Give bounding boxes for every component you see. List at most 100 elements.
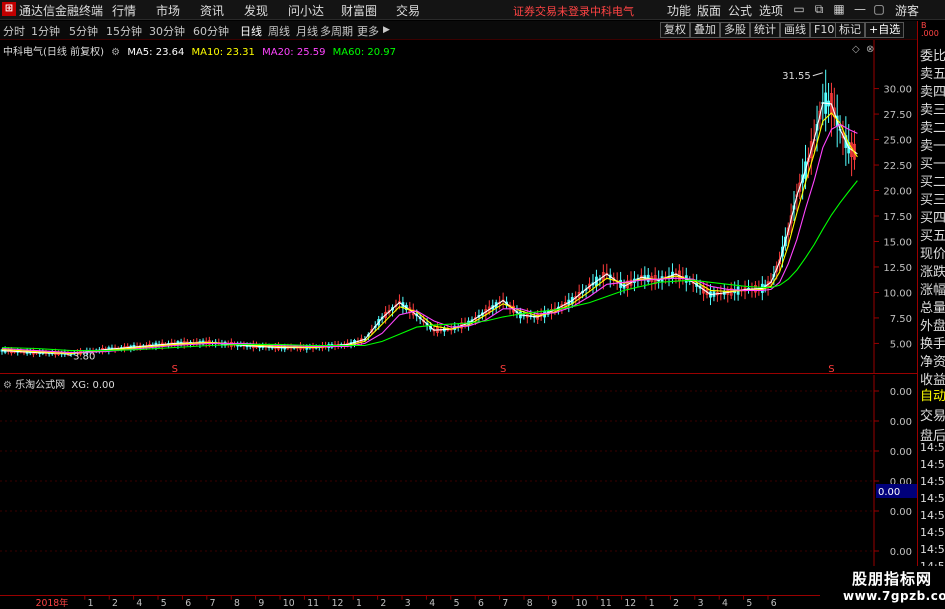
month-label: 1 bbox=[356, 598, 362, 609]
tab-monthly[interactable]: 月线 bbox=[296, 23, 318, 39]
tab-1min[interactable]: 1分钟 bbox=[31, 23, 60, 39]
month-label: 6 bbox=[478, 598, 484, 609]
high-pointer bbox=[812, 72, 823, 77]
tab-daily[interactable]: 日线 bbox=[240, 23, 262, 39]
quote-bottom-label[interactable]: 交易 bbox=[920, 405, 945, 424]
menu-quotes[interactable]: 行情 bbox=[112, 2, 136, 19]
tick-time: 14:56 bbox=[920, 492, 945, 505]
price-tick-label: 15.00 bbox=[883, 237, 912, 248]
more-arrow-icon[interactable]: ▶ bbox=[383, 25, 390, 35]
quote-label: 总量 bbox=[920, 301, 945, 316]
menu-news[interactable]: 资讯 bbox=[200, 2, 224, 19]
month-label: 5 bbox=[161, 598, 167, 609]
menu-formula[interactable]: 公式 bbox=[728, 2, 752, 19]
login-status: 证券交易未登录 bbox=[513, 5, 590, 18]
window-icon[interactable]: ⧉ bbox=[811, 1, 827, 17]
indicator-title: 乐淘公式网 bbox=[15, 380, 66, 391]
guest-label[interactable]: 游客 bbox=[895, 2, 919, 19]
quote-label: 卖一 bbox=[920, 139, 945, 154]
month-label: 2 bbox=[380, 598, 386, 609]
tab-weekly[interactable]: 周线 bbox=[268, 23, 290, 39]
mark-button[interactable]: 标记 bbox=[835, 22, 865, 38]
month-label: 1 bbox=[88, 598, 94, 609]
quote-label: 买三 bbox=[920, 193, 945, 208]
tab-multi-period[interactable]: 多周期 bbox=[320, 23, 353, 39]
indicator-tick-label: 0.00 bbox=[890, 417, 912, 428]
menu-layout[interactable]: 版面 bbox=[697, 2, 721, 19]
multi-stock-button[interactable]: 多股 bbox=[720, 22, 750, 38]
quote-label: 委比 bbox=[920, 49, 945, 64]
month-label: 9 bbox=[551, 598, 557, 609]
period-toolbar: 分时 1分钟 5分钟 15分钟 30分钟 60分钟 日线 周线 月线 多周期 更… bbox=[0, 21, 917, 40]
ma-line-ma60 bbox=[1, 180, 858, 352]
month-label: 12 bbox=[332, 598, 344, 609]
add-watchlist-button[interactable]: +自选 bbox=[865, 22, 905, 38]
tick-time: 14:56 bbox=[920, 458, 945, 471]
maximize-icon[interactable]: ▢ bbox=[871, 1, 887, 17]
candlesticks bbox=[0, 69, 856, 358]
minimize-icon[interactable]: — bbox=[852, 1, 868, 17]
menu-wealth[interactable]: 财富圈 bbox=[341, 2, 377, 19]
month-label: 11 bbox=[307, 598, 319, 609]
month-label: 8 bbox=[234, 598, 240, 609]
current-stock-name: 中科电气 bbox=[590, 5, 634, 18]
indicator-value: XG: 0.00 bbox=[71, 380, 115, 391]
settings-icon[interactable]: ⚙ bbox=[111, 47, 120, 58]
tick-time: 14:56 bbox=[920, 441, 945, 454]
tab-30min[interactable]: 30分钟 bbox=[149, 23, 185, 39]
month-label: 6 bbox=[185, 598, 191, 609]
adjust-button[interactable]: 复权 bbox=[660, 22, 690, 38]
event-marker: S bbox=[172, 364, 178, 374]
tab-15min[interactable]: 15分钟 bbox=[106, 23, 142, 39]
tab-more[interactable]: 更多 bbox=[357, 23, 379, 39]
month-label: 10 bbox=[576, 598, 588, 609]
quote-label: 涨跌 bbox=[920, 265, 945, 280]
menu-ask[interactable]: 问小达 bbox=[288, 2, 324, 19]
price-tick-label: 22.50 bbox=[883, 161, 912, 172]
indicator-legend: ⚙ 乐淘公式网 XG: 0.00 bbox=[3, 376, 115, 391]
quote-label: 买一 bbox=[920, 157, 945, 172]
tick-time: 14:56 bbox=[920, 509, 945, 522]
statistics-button[interactable]: 统计 bbox=[750, 22, 780, 38]
price-tick-label: 30.00 bbox=[883, 85, 912, 96]
tab-60min[interactable]: 60分钟 bbox=[193, 23, 229, 39]
price-tick-label: 5.00 bbox=[890, 339, 912, 350]
ma10-label: MA10: 23.31 bbox=[191, 47, 255, 58]
quote-label: 卖五 bbox=[920, 67, 945, 82]
ma60-label: MA60: 20.97 bbox=[332, 47, 397, 58]
indicator-settings-icon[interactable]: ⚙ bbox=[3, 380, 12, 391]
quote-panel: B .000 委比 卖五 卖四 卖三 卖二 卖一 买一 买二 买三 买四 买五 现价 涨跌 涨幅 总量 外盘 换手… bbox=[917, 21, 945, 595]
app-logo-icon: ⊞ bbox=[2, 2, 16, 16]
price-chart[interactable]: 5.00 7.50 10.00 12.50 15.00 17.50 20.00 22.50 25… bbox=[0, 40, 917, 374]
month-label: 8 bbox=[527, 598, 533, 609]
overlay-button[interactable]: 叠加 bbox=[690, 22, 720, 38]
month-label: 5 bbox=[746, 598, 752, 609]
high-price-label: 31.55 bbox=[782, 71, 811, 82]
tick-time: 14:56 bbox=[920, 475, 945, 488]
menu-function[interactable]: 功能 bbox=[667, 2, 691, 19]
indicator-tick-label: 0.00 bbox=[890, 507, 912, 518]
draw-line-button[interactable]: 画线 bbox=[780, 22, 810, 38]
ma-line-ma5 bbox=[1, 102, 858, 355]
indicator-chart[interactable]: 0.000.000.000.000.000.000.00 bbox=[0, 375, 917, 595]
menu-market[interactable]: 市场 bbox=[156, 2, 180, 19]
menu-options[interactable]: 选项 bbox=[759, 2, 783, 19]
price-tick-label: 7.50 bbox=[890, 314, 912, 325]
year-label: 2018年 bbox=[36, 597, 69, 609]
menu-trade[interactable]: 交易 bbox=[396, 2, 420, 19]
quote-label: 卖二 bbox=[920, 121, 945, 136]
quote-label: 净资 bbox=[920, 355, 945, 370]
quote-label: 涨幅 bbox=[920, 283, 945, 298]
restore-icon[interactable]: ▭ bbox=[791, 1, 807, 17]
ma20-label: MA20: 25.59 bbox=[262, 47, 326, 58]
tab-intraday[interactable]: 分时 bbox=[3, 23, 25, 39]
quote-label: 现价 bbox=[920, 247, 945, 262]
tab-5min[interactable]: 5分钟 bbox=[69, 23, 98, 39]
month-label: 4 bbox=[722, 598, 728, 609]
ma5-label: MA5: 23.64 bbox=[127, 47, 185, 58]
quote-bottom-label[interactable]: 自动 bbox=[920, 385, 945, 404]
month-label: 12 bbox=[624, 598, 636, 609]
indicator-current-value: 0.00 bbox=[878, 487, 900, 498]
menu-discover[interactable]: 发现 bbox=[244, 2, 268, 19]
grid-icon[interactable]: ▦ bbox=[831, 1, 847, 17]
